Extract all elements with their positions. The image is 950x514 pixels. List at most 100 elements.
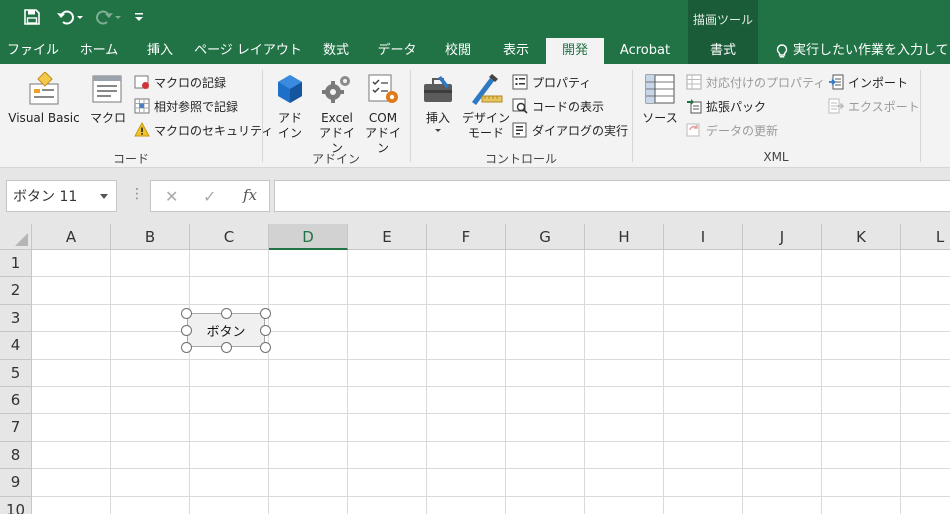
macro-security-button[interactable]: マクロのセキュリティ [134,120,273,140]
properties-icon [512,74,528,90]
tab-insert[interactable]: 挿入 [134,38,186,64]
column-header[interactable]: D [269,224,348,250]
row-header[interactable]: 9 [0,469,32,497]
tab-formulas[interactable]: 数式 [312,38,360,64]
xml-export-label: エクスポート [848,99,920,114]
enter-icon[interactable]: ✓ [203,187,216,206]
name-box-value: ボタン 11 [13,189,78,205]
map-properties-label: 対応付けのプロパティ [706,75,826,90]
column-header[interactable]: H [585,224,664,250]
row-header[interactable]: 5 [0,359,32,387]
map-properties-icon [686,74,702,90]
cancel-icon[interactable]: ✕ [165,187,178,206]
insert-function-icon[interactable]: fx [243,186,257,204]
resize-handle-top-left[interactable] [180,307,192,319]
row-header[interactable]: 3 [0,304,32,333]
group-separator [920,70,921,162]
tab-home[interactable]: ホーム [70,38,128,64]
refresh-data-button[interactable]: データの更新 [686,120,778,140]
tab-review[interactable]: 校閲 [432,38,484,64]
tab-format[interactable]: 書式 [688,38,758,64]
column-header[interactable]: F [427,224,506,250]
run-dialog-icon [512,122,527,138]
column-header[interactable]: C [190,224,269,250]
design-mode-button[interactable]: デザイン モード [460,70,512,141]
resize-handle-top[interactable] [220,307,232,319]
column-header[interactable]: K [822,224,901,250]
row-header[interactable]: 4 [0,332,32,360]
tab-acrobat[interactable]: Acrobat [610,38,680,64]
row-header[interactable]: 2 [0,277,32,305]
row-header[interactable]: 7 [0,414,32,442]
chevron-down-icon[interactable] [100,194,108,199]
tab-view[interactable]: 表示 [490,38,542,64]
formula-input[interactable] [274,180,950,212]
resize-handle-left[interactable] [180,324,192,336]
tab-data[interactable]: データ [368,38,426,64]
lightbulb-icon [776,43,788,57]
gridline-vertical [268,250,269,514]
undo-icon [57,10,83,25]
expansion-packs-icon [687,99,702,114]
macro-icon [92,75,122,103]
resize-handle-bottom[interactable] [220,341,232,353]
xml-source-button[interactable]: ソース [640,70,680,126]
column-header[interactable]: B [111,224,190,250]
name-box[interactable]: ボタン 11 [6,180,117,212]
column-header[interactable]: L [901,224,950,250]
macros-button[interactable]: マクロ [88,70,128,126]
tab-developer[interactable]: 開発 [546,38,604,64]
record-macro-button[interactable]: マクロの記録 [134,72,226,92]
properties-button[interactable]: プロパティ [512,72,591,92]
tell-me-text: 実行したい作業を入力してくださ [793,43,950,58]
column-header[interactable]: E [348,224,427,250]
column-header[interactable]: A [32,224,111,250]
save-button[interactable] [22,6,42,28]
run-dialog-button[interactable]: ダイアログの実行 [512,120,628,140]
gridline-vertical [821,250,822,514]
warning-icon [134,122,150,137]
gridline-vertical [663,250,664,514]
row-header[interactable]: 8 [0,441,32,470]
resize-handle-bottom-right[interactable] [259,341,271,353]
view-code-button[interactable]: コードの表示 [512,96,604,116]
visual-basic-button[interactable]: Visual Basic [4,70,84,126]
gridline-horizontal [32,331,950,333]
relative-reference-button[interactable]: 相対参照で記録 [134,96,238,116]
resize-handle-right[interactable] [259,324,271,336]
form-button-label: ボタン [206,324,246,340]
column-header[interactable]: I [664,224,743,250]
refresh-data-label: データの更新 [706,123,779,138]
row-header[interactable]: 1 [0,250,32,278]
row-header[interactable]: 6 [0,387,32,415]
redo-button[interactable] [92,6,124,28]
worksheet-grid[interactable]: ABCDEFGHIJKL 1 2 3 4 5 6 7 8 9 10 [0,224,950,514]
xml-export-button[interactable]: エクスポート [828,96,920,116]
xml-import-button[interactable]: インポート [828,72,908,92]
insert-control-button[interactable]: 挿入 [418,70,458,134]
resize-handle-top-right[interactable] [259,307,271,319]
export-icon [828,98,844,114]
design-mode-icon [472,74,503,105]
tab-file[interactable]: ファイル [2,38,64,64]
excel-addins-button[interactable]: Excel アドイン [314,70,360,156]
record-macro-label: マクロの記録 [154,75,227,90]
column-header[interactable]: J [743,224,822,250]
expansion-packs-button[interactable]: 拡張パック [686,96,766,116]
gridline-vertical [505,250,506,514]
tell-me-box[interactable]: 実行したい作業を入力してくださ [776,38,950,64]
toolbox-icon [424,76,452,102]
resize-handle-bottom-left[interactable] [180,341,192,353]
undo-button[interactable] [54,6,86,28]
column-header[interactable]: G [506,224,585,250]
tab-page-layout[interactable]: ページ レイアウト [192,38,304,64]
select-all-button[interactable] [0,224,32,250]
map-properties-button[interactable]: 対応付けのプロパティ [686,72,825,92]
addins-button[interactable]: アド イン [270,70,310,141]
com-addins-button[interactable]: COM アドイン [360,70,406,156]
row-header[interactable]: 10 [0,496,32,514]
group-label-code: コード [112,152,149,166]
gridline-vertical [742,250,743,514]
customize-qat-button[interactable] [132,6,146,28]
formula-bar-resize-handle[interactable]: ⋮ [130,186,144,202]
